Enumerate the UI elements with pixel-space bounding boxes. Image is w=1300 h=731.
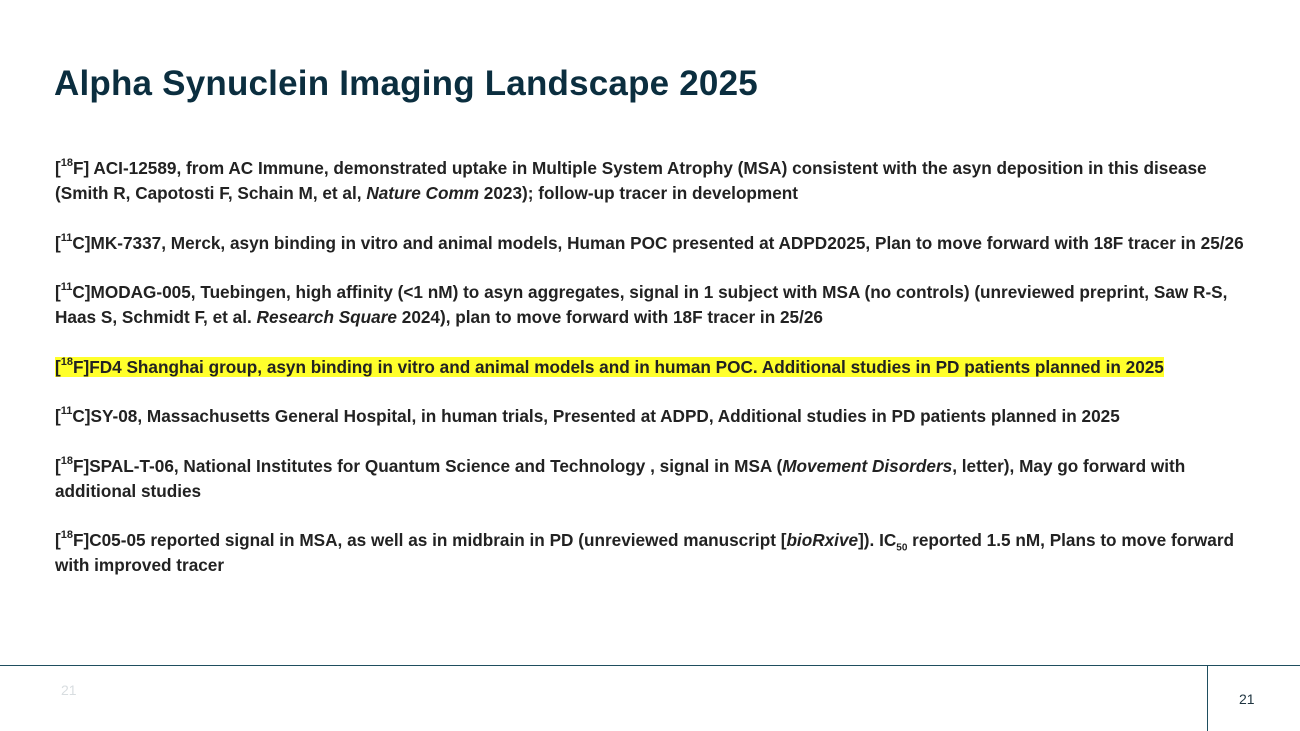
page-number: 21 [1239, 691, 1255, 707]
isotope-superscript: 18 [60, 355, 73, 368]
item-text: F]SPAL-T-06, National Institutes for Qua… [72, 455, 783, 476]
item-text: ]). IC [858, 530, 897, 550]
item-text: C]SY-08, Massachusetts General Hospital,… [72, 406, 1120, 426]
isotope-superscript: 18 [60, 529, 73, 542]
ghost-page-number: 21 [61, 682, 77, 698]
isotope-superscript: 11 [60, 405, 73, 418]
list-item-fd4-highlighted: [18F]FD4 Shanghai group, asyn binding in… [55, 355, 1260, 380]
footer-vertical-divider [1207, 665, 1208, 731]
ic50-subscript: 50 [896, 542, 908, 554]
list-item-mk-7337: [11C]MK-7337, Merck, asyn binding in vit… [55, 231, 1244, 253]
highlighted-text: [18F]FD4 Shanghai group, asyn binding in… [55, 355, 1164, 377]
journal-name: bioRxive [786, 530, 859, 550]
item-text: 2024), plan to move forward with 18F tra… [396, 307, 823, 327]
journal-name: Movement Disorders [782, 455, 953, 476]
slide-title: Alpha Synuclein Imaging Landscape 2025 [54, 64, 758, 103]
list-item-spal-t-06: [18F]SPAL-T-06, National Institutes for … [55, 454, 1186, 501]
item-text: F]C05-05 reported signal in MSA, as well… [72, 530, 787, 550]
item-text: 2023); follow-up tracer in development [479, 183, 798, 203]
list-item-modag-005: [11C]MODAG-005, Tuebingen, high affinity… [55, 281, 1228, 327]
slide: Alpha Synuclein Imaging Landscape 2025 [… [0, 0, 1300, 731]
journal-name: Research Square [256, 307, 397, 327]
list-item-c05-05: [18F]C05-05 reported signal in MSA, as w… [55, 529, 1235, 575]
bullet-list: [18F] ACI-12589, from AC Immune, demonst… [55, 156, 1260, 603]
isotope-superscript: 18 [60, 157, 73, 170]
isotope-superscript: 11 [60, 231, 73, 244]
item-text: C]MK-7337, Merck, asyn binding in vitro … [72, 232, 1244, 253]
isotope-superscript: 11 [60, 281, 73, 294]
list-item-aci-12589: [18F] ACI-12589, from AC Immune, demonst… [55, 157, 1207, 203]
journal-name: Nature Comm [366, 183, 480, 203]
isotope-superscript: 18 [60, 454, 73, 467]
list-item-sy-08: [11C]SY-08, Massachusetts General Hospit… [55, 405, 1120, 426]
item-text: F]FD4 Shanghai group, asyn binding in vi… [72, 356, 1164, 377]
footer-divider-line [0, 665, 1300, 666]
